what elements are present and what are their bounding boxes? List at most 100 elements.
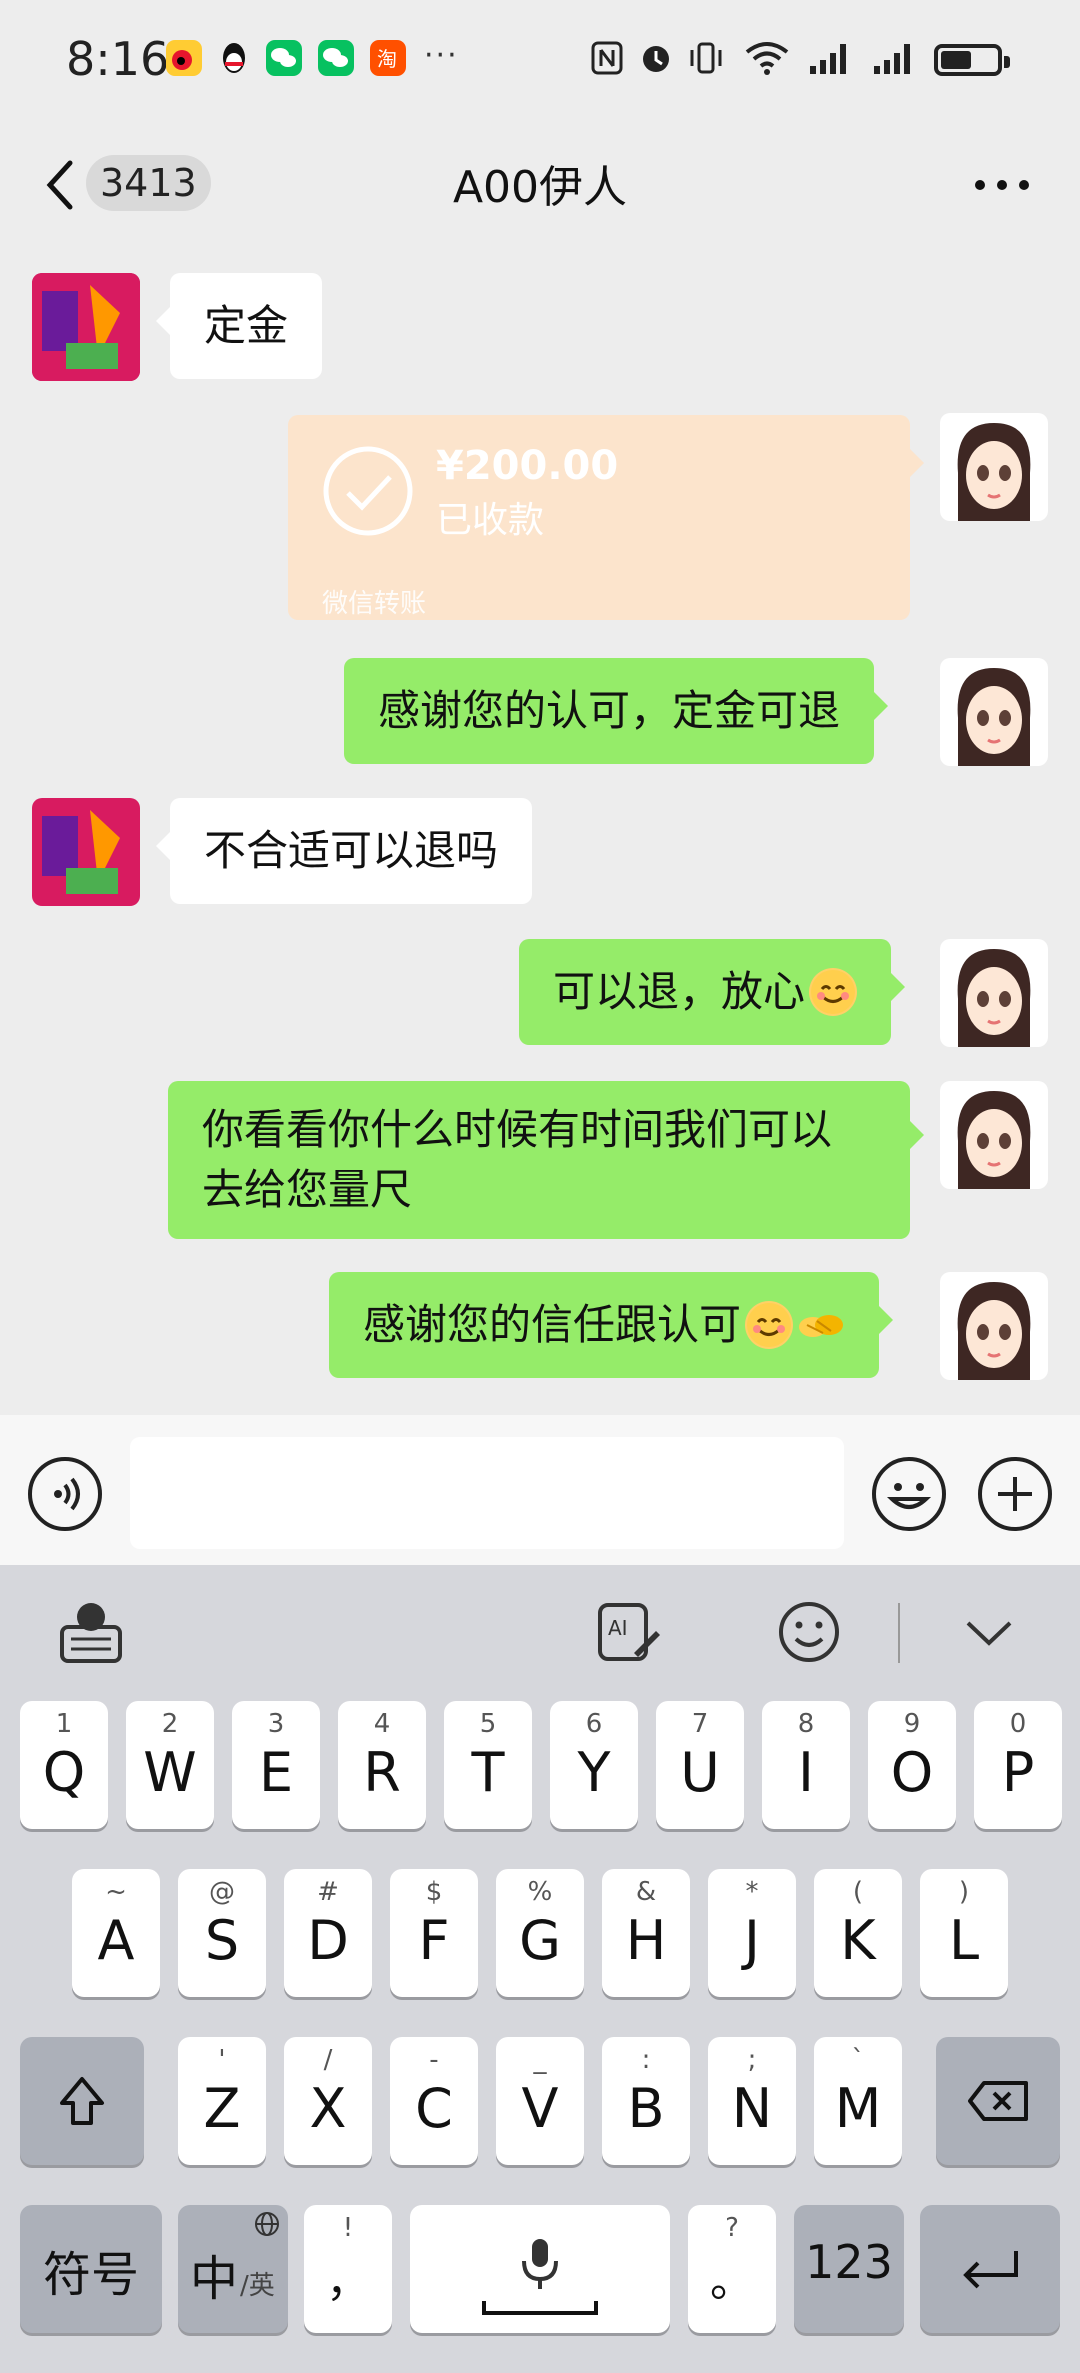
contact-avatar[interactable] bbox=[32, 798, 140, 906]
key-u[interactable]: 7U bbox=[656, 1701, 744, 1829]
my-avatar[interactable] bbox=[940, 658, 1048, 766]
status-time: 8:16 bbox=[66, 32, 170, 86]
key-f[interactable]: $ F bbox=[390, 1869, 478, 1997]
collapse-icon[interactable] bbox=[954, 1597, 1024, 1667]
key-m[interactable]: ` M bbox=[814, 2037, 902, 2165]
transfer-status: 已收款 bbox=[436, 500, 545, 541]
keyboard-settings-icon[interactable] bbox=[56, 1597, 126, 1667]
message-text: 可以退，放心 bbox=[553, 967, 806, 1016]
wechat-icon bbox=[318, 40, 354, 76]
battery-level bbox=[941, 51, 971, 69]
status-bar: 8:16 淘 ··· bbox=[0, 0, 1080, 125]
check-circle-icon bbox=[323, 446, 413, 536]
key-i[interactable]: 8I bbox=[762, 1701, 850, 1829]
key-w[interactable]: 2W bbox=[126, 1701, 214, 1829]
message-bubble[interactable]: 你看看你什么时候有时间我们可以 去给您量尺 bbox=[168, 1081, 924, 1239]
message-bubble[interactable]: 定金 bbox=[156, 273, 323, 379]
message-text: 定金 bbox=[204, 301, 289, 350]
key-o[interactable]: 9O bbox=[868, 1701, 956, 1829]
language-switch-key[interactable]: 中 /英 bbox=[178, 2205, 288, 2333]
message-text: 感谢您的信任跟认可 bbox=[363, 1300, 742, 1349]
battery-icon bbox=[934, 44, 1010, 76]
wifi-icon bbox=[745, 42, 789, 75]
contact-avatar[interactable] bbox=[32, 273, 140, 381]
microphone-icon bbox=[522, 2239, 558, 2289]
key-s[interactable]: @ S bbox=[178, 1869, 266, 1997]
ai-write-icon[interactable]: AI bbox=[594, 1597, 664, 1667]
transfer-amount: ¥200.00 bbox=[436, 443, 619, 489]
space-bar-icon bbox=[482, 2301, 598, 2315]
signal-icon bbox=[874, 44, 910, 74]
svg-text:AI: AI bbox=[608, 1616, 628, 1640]
more-notifications-icon: ··· bbox=[424, 38, 459, 73]
voice-icon[interactable] bbox=[28, 1457, 102, 1531]
key-c[interactable]: -C bbox=[390, 2037, 478, 2165]
comma-key[interactable]: !， bbox=[304, 2205, 392, 2333]
key-d[interactable]: # D bbox=[284, 1869, 372, 1997]
key-t[interactable]: 5T bbox=[444, 1701, 532, 1829]
key-p[interactable]: 0P bbox=[974, 1701, 1062, 1829]
transfer-footer: 微信转账 bbox=[322, 589, 427, 619]
svg-text:淘: 淘 bbox=[377, 47, 397, 71]
wechat-icon bbox=[266, 40, 302, 76]
message-input[interactable] bbox=[130, 1437, 844, 1549]
nfc-icon bbox=[591, 41, 623, 75]
my-avatar[interactable] bbox=[940, 939, 1048, 1047]
transfer-card[interactable]: ¥200.00 已收款 微信转账 bbox=[288, 415, 924, 620]
weibo-icon bbox=[166, 40, 202, 76]
key-x[interactable]: / X bbox=[284, 2037, 372, 2165]
key-b[interactable]: :B bbox=[602, 2037, 690, 2165]
plus-icon[interactable] bbox=[978, 1457, 1052, 1531]
message-bubble[interactable]: 可以退，放心 bbox=[519, 939, 906, 1045]
key-j[interactable]: * J bbox=[708, 1869, 796, 1997]
message-bubble[interactable]: 感谢您的信任跟认可 bbox=[329, 1272, 894, 1378]
key-q[interactable]: 1Q bbox=[20, 1701, 108, 1829]
key-r[interactable]: 4R bbox=[338, 1701, 426, 1829]
key-l[interactable]: ) L bbox=[920, 1869, 1008, 1997]
key-e[interactable]: 3E bbox=[232, 1701, 320, 1829]
symbols-key[interactable]: 符号 bbox=[20, 2205, 162, 2333]
chat-title: A00伊人 bbox=[452, 162, 628, 213]
key-a[interactable]: ~ A bbox=[72, 1869, 160, 1997]
key-g[interactable]: % G bbox=[496, 1869, 584, 1997]
chat-message-list[interactable]: 定金 ¥200.00 已收款 微信转账 感谢您的认可，定金可退 不合适可以退吗 … bbox=[0, 245, 1080, 1415]
qq-icon bbox=[216, 40, 252, 76]
message-input-bar bbox=[0, 1415, 1080, 1565]
emoji-icon[interactable] bbox=[774, 1597, 844, 1667]
numbers-key[interactable]: 123 bbox=[794, 2205, 904, 2333]
vibrate-icon bbox=[690, 42, 722, 74]
space-key[interactable] bbox=[410, 2205, 670, 2333]
key-y[interactable]: 6Y bbox=[550, 1701, 638, 1829]
enter-key[interactable] bbox=[920, 2205, 1060, 2333]
message-bubble[interactable]: 不合适可以退吗 bbox=[156, 798, 533, 904]
taobao-icon: 淘 bbox=[370, 40, 406, 76]
smile-emoji bbox=[745, 1301, 794, 1349]
message-text: 不合适可以退吗 bbox=[204, 826, 499, 875]
signal-icon bbox=[810, 44, 846, 74]
handshake-emoji bbox=[797, 1301, 845, 1349]
shift-key[interactable] bbox=[20, 2037, 144, 2165]
key-h[interactable]: & H bbox=[602, 1869, 690, 1997]
message-text-line: 你看看你什么时候有时间我们可以 bbox=[202, 1105, 833, 1154]
key-v[interactable]: _ V bbox=[496, 2037, 584, 2165]
my-avatar[interactable] bbox=[940, 1272, 1048, 1380]
key-k[interactable]: (K bbox=[814, 1869, 902, 1997]
message-bubble[interactable]: 感谢您的认可，定金可退 bbox=[344, 658, 889, 764]
my-avatar[interactable] bbox=[940, 1081, 1048, 1189]
key-z[interactable]: ' Z bbox=[178, 2037, 266, 2165]
more-dots-icon[interactable] bbox=[972, 177, 1032, 193]
period-key[interactable]: ?。 bbox=[688, 2205, 776, 2333]
message-text: 感谢您的认可，定金可退 bbox=[378, 686, 841, 735]
keyboard: AI 1Q 2W 3E 4R 5T 6Y 7U 8I 9O 0P ~ A @ S #… bbox=[0, 1565, 1080, 2373]
backspace-key[interactable] bbox=[936, 2037, 1060, 2165]
my-avatar[interactable] bbox=[940, 413, 1048, 521]
chat-header: 3413 A00伊人 bbox=[0, 125, 1080, 245]
enter-icon bbox=[963, 2251, 1018, 2289]
key-n[interactable]: ; N bbox=[708, 2037, 796, 2165]
globe-icon bbox=[254, 2211, 280, 2241]
toolbar-divider bbox=[898, 1603, 900, 1663]
alarm-icon bbox=[643, 46, 669, 72]
message-text-line: 去给您量尺 bbox=[202, 1165, 413, 1214]
emoji-icon[interactable] bbox=[872, 1457, 946, 1531]
smile-emoji bbox=[809, 968, 858, 1016]
